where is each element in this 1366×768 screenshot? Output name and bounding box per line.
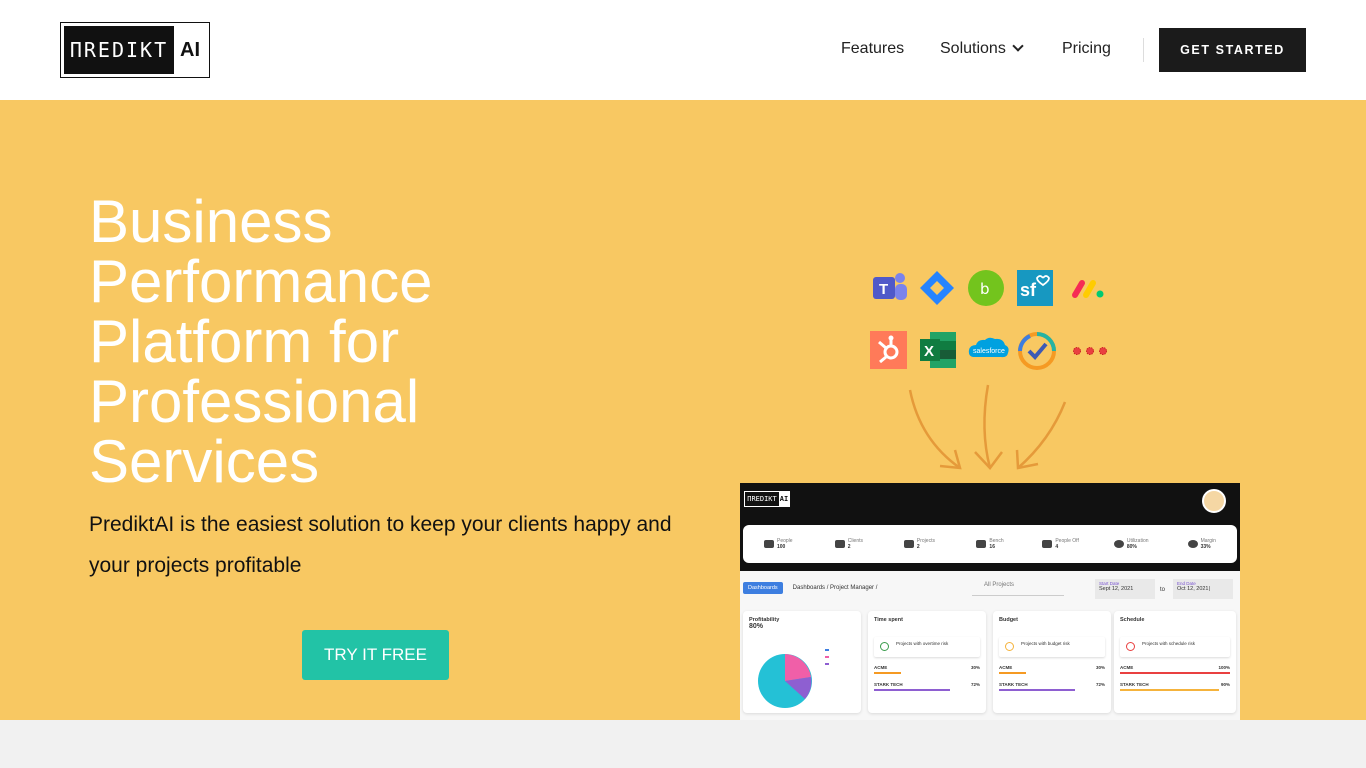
arrows-graphic — [908, 384, 1067, 470]
jira-icon — [918, 269, 956, 307]
dashboard-screenshot: ΠREDIKT AI People 100 Clients 2 Projects 2 … — [740, 483, 1240, 720]
dashboard-logo-wordmark: ΠREDIKT — [745, 492, 779, 506]
date-to-label: to — [1160, 587, 1166, 593]
nav-solutions-label: Solutions — [940, 40, 1006, 57]
svg-text:b: b — [980, 280, 990, 298]
teams-icon: T — [869, 269, 907, 307]
breadcrumb: Dashboards Dashboards / Project Manager … — [743, 582, 877, 594]
profitability-card: Profitability 80% — [743, 611, 861, 713]
svg-text:T: T — [879, 281, 888, 298]
logo-ai: AI — [180, 38, 200, 61]
site-header: ΠREDIKT AI Features Solutions Pricing GE… — [0, 0, 1366, 100]
budget-card: Budget Projects with budget risk ACME 30%… — [993, 611, 1111, 713]
logo-wordmark: ΠREDIKT — [64, 26, 174, 74]
dollar-icon — [1187, 540, 1198, 548]
clients-icon — [834, 540, 845, 548]
hero-subtitle: PrediktAI is the easiest solution to kee… — [89, 513, 672, 577]
dashboard-topbar: ΠREDIKT AI People 100 Clients 2 Projects 2 … — [740, 483, 1240, 571]
salesforce-sf-icon: sf — [1016, 269, 1054, 307]
kpi-people-off: People Off 4 — [1025, 538, 1096, 550]
avatar — [1202, 489, 1226, 513]
bamboohr-icon: b — [967, 269, 1005, 307]
projects-icon — [903, 540, 914, 548]
svg-text:X: X — [924, 343, 934, 360]
card-title: Schedule — [1120, 617, 1145, 623]
card-title: Time spent — [874, 617, 903, 623]
kpi-bar: People 100 Clients 2 Projects 2 Bench 16 Peo… — [743, 525, 1237, 563]
nav-pricing[interactable]: Pricing — [1062, 40, 1111, 58]
kpi-utilization: Utilization 80% — [1096, 538, 1167, 550]
card-title: Budget — [999, 617, 1018, 623]
hero-section: Business Performance Platform for Profes… — [0, 100, 1366, 720]
kpi-projects: Projects 2 — [884, 538, 955, 550]
profitability-pie — [758, 649, 829, 708]
get-started-button[interactable]: GET STARTED — [1159, 28, 1306, 72]
salesforce-cloud-icon: salesforce — [967, 331, 1009, 369]
more-dots-icon — [1070, 331, 1108, 369]
excel-icon: X — [918, 331, 956, 369]
nav-features[interactable]: Features — [841, 40, 904, 58]
svg-text:sf: sf — [1020, 280, 1037, 300]
bench-icon — [976, 540, 987, 548]
info-icon — [1126, 642, 1135, 651]
info-icon — [1005, 642, 1014, 651]
info-icon — [880, 642, 889, 651]
pie-icon — [1113, 540, 1124, 548]
start-date-field[interactable]: Start Date Sept 12, 2021 — [1095, 579, 1155, 599]
profitability-value: 80% — [749, 623, 764, 630]
chevron-down-icon — [1012, 40, 1024, 52]
start-date-value: Sept 12, 2021 — [1099, 586, 1134, 592]
people-icon — [764, 540, 774, 548]
people-off-icon — [1042, 540, 1053, 548]
next-section-band — [0, 720, 1366, 768]
projects-dropdown[interactable]: All Projects — [972, 582, 1064, 596]
nav-solutions[interactable]: Solutions — [940, 40, 1024, 58]
hubspot-icon — [869, 331, 907, 369]
time-spent-card: Time spent Projects with overtime risk A… — [868, 611, 986, 713]
logo[interactable]: ΠREDIKT AI — [60, 22, 210, 78]
try-it-free-button[interactable]: TRY IT FREE — [302, 630, 449, 680]
schedule-risk-item[interactable]: Projects with schedule risk — [1120, 637, 1230, 657]
kpi-bench: Bench 16 — [955, 538, 1026, 550]
dashboard-logo-ai: AI — [779, 492, 789, 506]
kpi-clients: Clients 2 — [814, 538, 885, 550]
salesforce-text: salesforce — [973, 348, 1005, 355]
dashboard-logo: ΠREDIKT AI — [744, 491, 790, 507]
kpi-people: People 100 — [743, 538, 814, 550]
dashboards-button[interactable]: Dashboards — [743, 582, 783, 594]
kpi-margin: Margin 33% — [1166, 538, 1237, 550]
overtime-risk-item[interactable]: Projects with overtime risk — [874, 637, 980, 657]
nav-divider — [1143, 38, 1144, 62]
end-date-value: Oct 12, 2021| — [1177, 586, 1210, 592]
budget-risk-item[interactable]: Projects with budget risk — [999, 637, 1105, 657]
checkmark-app-icon — [1017, 331, 1057, 371]
end-date-field[interactable]: End Date Oct 12, 2021| — [1173, 579, 1233, 599]
hero-title: Business Performance Platform for Profes… — [89, 188, 433, 495]
breadcrumb-path: Dashboards / Project Manager / — [792, 585, 878, 591]
monday-icon — [1069, 269, 1107, 307]
schedule-card: Schedule Projects with schedule risk ACM… — [1114, 611, 1236, 713]
